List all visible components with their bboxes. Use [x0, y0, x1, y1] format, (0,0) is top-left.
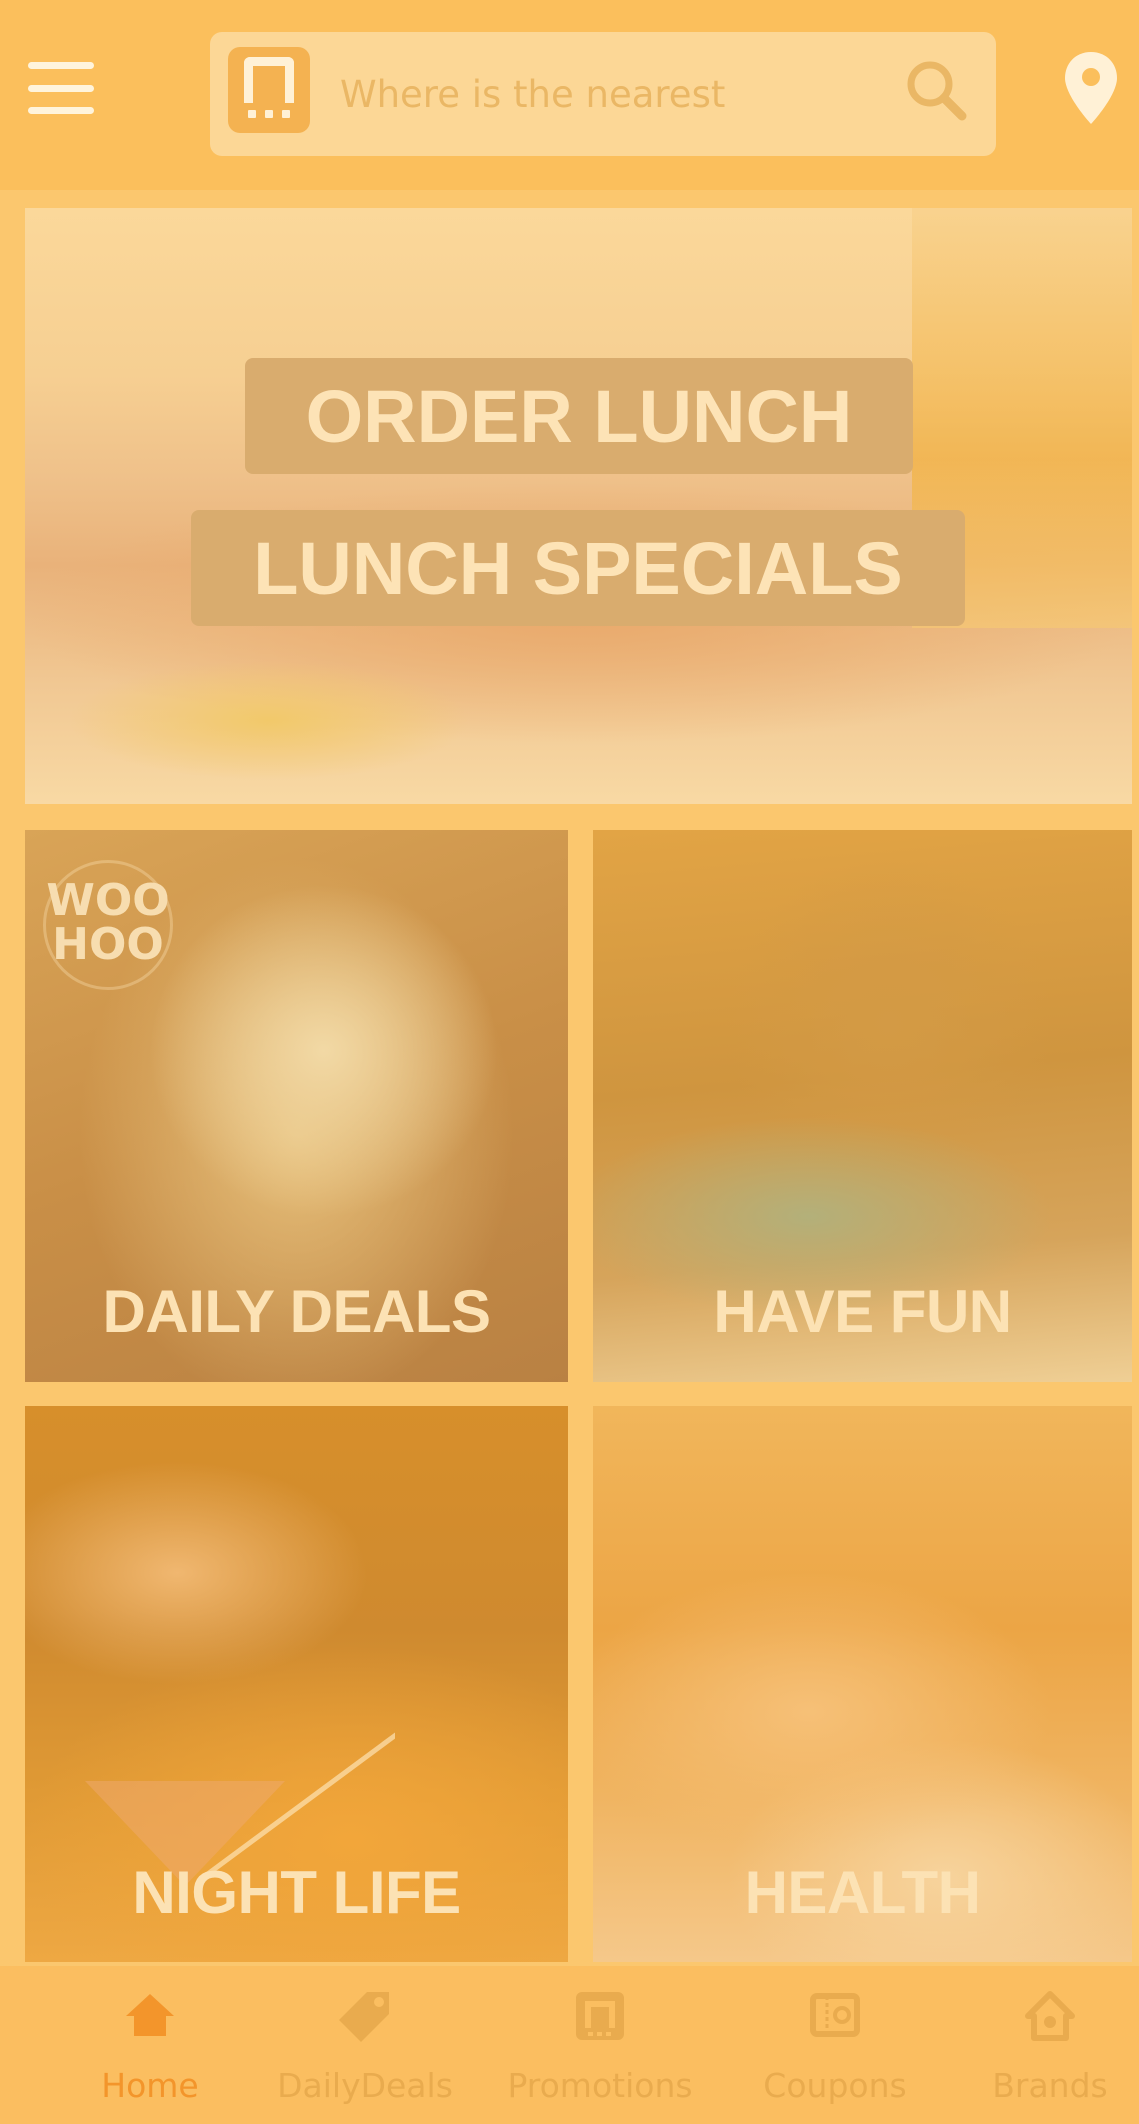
home-icon — [126, 1994, 174, 2036]
order-lunch-button[interactable]: ORDER LUNCH — [245, 358, 913, 474]
tile-daily-deals[interactable]: WOO HOO DAILY DEALS — [25, 830, 568, 1382]
tile-health[interactable]: HEALTH — [593, 1406, 1132, 1962]
app-logo — [228, 47, 310, 133]
tab-coupons-label: Coupons — [763, 2066, 907, 2105]
tile-label-health: HEALTH — [744, 1859, 981, 1926]
tab-home[interactable]: Home — [60, 1966, 240, 2124]
map-pin-icon[interactable] — [1060, 48, 1122, 128]
tab-daily-deals[interactable]: DailyDeals — [275, 1966, 455, 2124]
tile-label-night-life: NIGHT LIFE — [132, 1859, 461, 1926]
tab-promotions-label: Promotions — [507, 2066, 693, 2105]
woohoo-badge: WOO HOO — [43, 860, 173, 990]
tag-icon — [339, 1992, 389, 2042]
tab-brands-label: Brands — [992, 2066, 1108, 2105]
tile-label-have-fun: HAVE FUN — [713, 1278, 1012, 1345]
search-bar[interactable] — [210, 32, 996, 156]
hamburger-menu-icon[interactable] — [28, 62, 94, 114]
lunch-specials-button[interactable]: LUNCH SPECIALS — [191, 510, 965, 626]
tile-night-life[interactable]: NIGHT LIFE — [25, 1406, 568, 1962]
search-icon[interactable] — [900, 54, 972, 126]
martini-glass-shape — [85, 1732, 395, 1886]
brands-icon — [1025, 1991, 1075, 2041]
tab-promotions[interactable]: Promotions — [505, 1966, 695, 2124]
search-input[interactable] — [340, 62, 880, 126]
tab-coupons[interactable]: Coupons — [745, 1966, 925, 2124]
promotions-logo-icon — [576, 1992, 624, 2040]
coupon-icon — [810, 1993, 860, 2037]
lunch-hero-banner[interactable]: ORDER LUNCH LUNCH SPECIALS — [25, 208, 1132, 804]
tile-have-fun[interactable]: HAVE FUN — [593, 830, 1132, 1382]
top-app-bar — [0, 0, 1139, 190]
tab-daily-deals-label: DailyDeals — [277, 2066, 453, 2105]
tab-brands[interactable]: Brands — [960, 1966, 1139, 2124]
bottom-tab-bar: Home DailyDeals Promotions Coupons Brand… — [0, 1966, 1139, 2124]
tile-label-daily-deals: DAILY DEALS — [102, 1278, 491, 1345]
tab-home-label: Home — [101, 2066, 199, 2105]
